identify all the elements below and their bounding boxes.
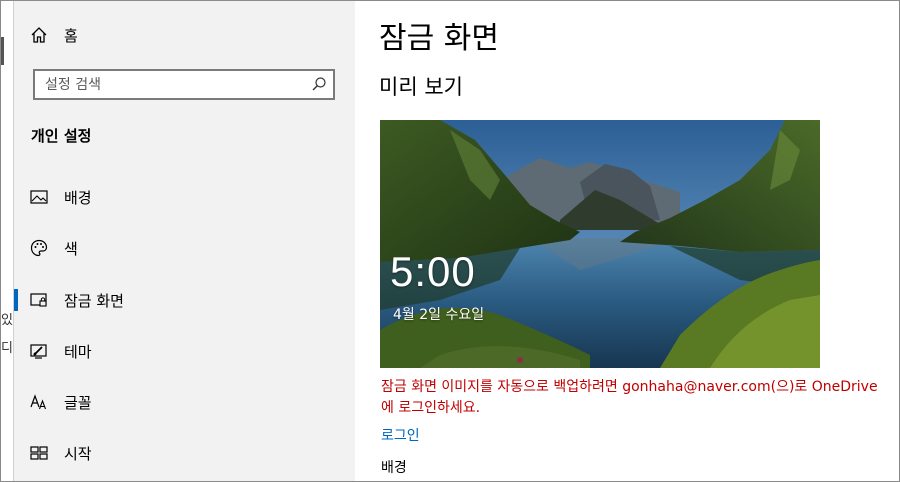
sidebar-item-label: 홈 xyxy=(64,26,78,45)
sidebar-item-fonts[interactable]: 글꼴 xyxy=(14,382,355,422)
sidebar-item-home[interactable]: 홈 xyxy=(14,15,355,55)
background-window-text: 있 xyxy=(1,313,13,328)
background-label: 배경 xyxy=(381,460,407,476)
sidebar-item-start[interactable]: 시작 xyxy=(14,433,355,473)
background-window-text: 디 xyxy=(1,341,13,356)
page-title: 잠금 화면 xyxy=(379,21,499,56)
date: 4월 2일 수요일 xyxy=(393,307,485,323)
sidebar-item-theme[interactable]: 테마 xyxy=(14,331,355,371)
search-box[interactable] xyxy=(33,69,335,100)
preview-heading: 미리 보기 xyxy=(379,75,463,99)
sidebar-item-label: 테마 xyxy=(64,342,92,361)
picture-icon xyxy=(28,186,50,208)
sidebar-item-label: 시작 xyxy=(64,444,92,463)
section-title: 개인 설정 xyxy=(31,127,92,145)
background-window-bar xyxy=(1,37,4,65)
sidebar-item-color[interactable]: 색 xyxy=(14,228,355,268)
main-content: 잠금 화면 미리 보기 5:00 4월 2일 수요일 잠금 화면 이미지를 자동… xyxy=(355,1,899,481)
settings-window: 있 디 홈 개인 설정 배경 색 xyxy=(0,0,900,482)
home-icon xyxy=(28,24,50,46)
sidebar-item-lock-screen[interactable]: 잠금 화면 xyxy=(14,280,355,320)
sidebar: 홈 개인 설정 배경 색 잠금 화면 xyxy=(14,1,355,481)
sidebar-item-label: 배경 xyxy=(64,188,92,207)
sidebar-item-label: 잠금 화면 xyxy=(64,291,124,310)
clock: 5:00 xyxy=(390,248,476,295)
lock-screen-preview: 5:00 4월 2일 수요일 xyxy=(380,120,820,368)
backup-warning: 잠금 화면 이미지를 자동으로 백업하려면 gonhaha@naver.com(… xyxy=(381,379,878,416)
theme-icon xyxy=(28,340,50,362)
palette-icon xyxy=(28,237,50,259)
font-icon xyxy=(28,391,50,413)
search-input[interactable] xyxy=(35,71,305,98)
preview-image xyxy=(380,120,820,368)
start-icon xyxy=(28,442,50,464)
sign-in-link[interactable]: 로그인 xyxy=(381,425,420,445)
search-icon[interactable] xyxy=(311,76,327,92)
sidebar-item-background[interactable]: 배경 xyxy=(14,177,355,217)
sidebar-item-label: 색 xyxy=(64,239,78,258)
lock-screen-icon xyxy=(28,289,50,311)
sidebar-item-label: 글꼴 xyxy=(64,393,92,412)
background-window-edge: 있 디 xyxy=(1,1,14,481)
